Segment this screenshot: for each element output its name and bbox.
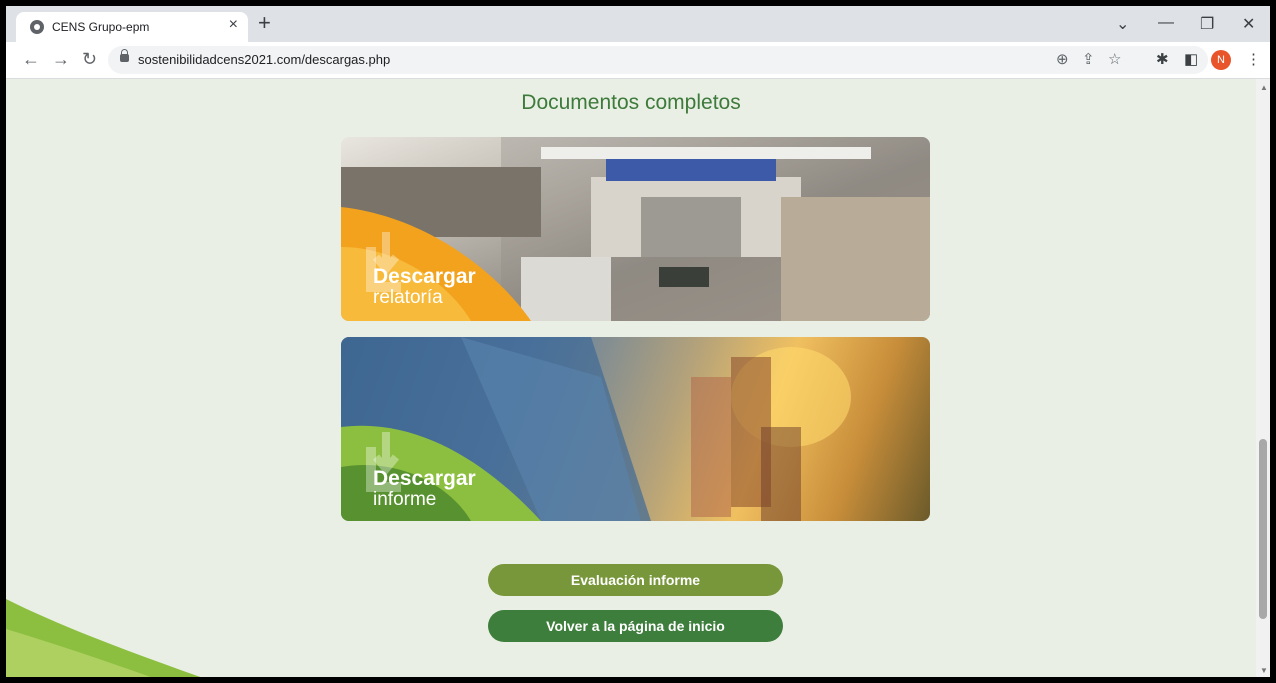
- tab-title: CENS Grupo-epm: [52, 20, 150, 34]
- download-informe-banner[interactable]: Descargar informe: [341, 337, 930, 521]
- back-icon[interactable]: ←: [22, 49, 40, 70]
- url-text[interactable]: sostenibilidadcens2021.com/descargas.php: [138, 52, 390, 67]
- volver-inicio-button[interactable]: Volver a la página de inicio: [488, 610, 783, 642]
- scroll-down-icon[interactable]: ▼: [1260, 666, 1268, 675]
- zoom-icon[interactable]: ⊕: [1056, 50, 1069, 68]
- tab-close-icon[interactable]: ×: [229, 16, 238, 34]
- forward-icon[interactable]: →: [52, 49, 70, 70]
- close-window-icon[interactable]: ✕: [1242, 14, 1255, 34]
- browser-toolbar: ← → ↻ sostenibilidadcens2021.com/descarg…: [6, 42, 1270, 79]
- decorative-corner-wave: [6, 599, 201, 677]
- page-scrollbar[interactable]: ▲ ▼: [1256, 79, 1270, 677]
- sidepanel-icon[interactable]: ◧: [1184, 50, 1198, 68]
- tab-search-icon[interactable]: ⌄: [1116, 14, 1129, 34]
- page-title: Documentos completos: [521, 91, 741, 114]
- reload-icon[interactable]: ↻: [82, 49, 97, 70]
- address-bar[interactable]: sostenibilidadcens2021.com/descargas.php…: [108, 46, 1208, 74]
- star-icon[interactable]: ☆: [1108, 50, 1121, 68]
- profile-avatar[interactable]: N: [1211, 50, 1231, 70]
- relatoria-label-line1[interactable]: Descargar: [373, 265, 476, 289]
- scroll-up-icon[interactable]: ▲: [1260, 83, 1268, 92]
- browser-window: CENS Grupo-epm × + ⌄ — ❐ ✕ ← → ↻ sosteni…: [6, 6, 1270, 677]
- tab-cens[interactable]: CENS Grupo-epm ×: [16, 12, 248, 42]
- page-content: Documentos completos Descargar relatoría: [6, 79, 1256, 677]
- scrollbar-thumb[interactable]: [1259, 439, 1267, 619]
- share-icon[interactable]: ⇪: [1082, 50, 1095, 68]
- informe-label-line1[interactable]: Descargar: [373, 467, 476, 491]
- new-tab-button[interactable]: +: [258, 12, 271, 34]
- relatoria-label-line2[interactable]: relatoría: [373, 287, 443, 309]
- restore-icon[interactable]: ❐: [1200, 14, 1214, 34]
- lock-icon[interactable]: [120, 49, 129, 62]
- menu-icon[interactable]: ⋮: [1246, 50, 1261, 68]
- download-relatoria-banner[interactable]: Descargar relatoría: [341, 137, 930, 321]
- tab-strip: CENS Grupo-epm × + ⌄ — ❐ ✕: [6, 6, 1270, 42]
- evaluacion-informe-button[interactable]: Evaluación informe: [488, 564, 783, 596]
- informe-label-line2[interactable]: informe: [373, 489, 436, 511]
- extensions-icon[interactable]: ✱: [1156, 50, 1169, 68]
- minimize-icon[interactable]: —: [1158, 14, 1174, 32]
- globe-icon: [30, 20, 44, 34]
